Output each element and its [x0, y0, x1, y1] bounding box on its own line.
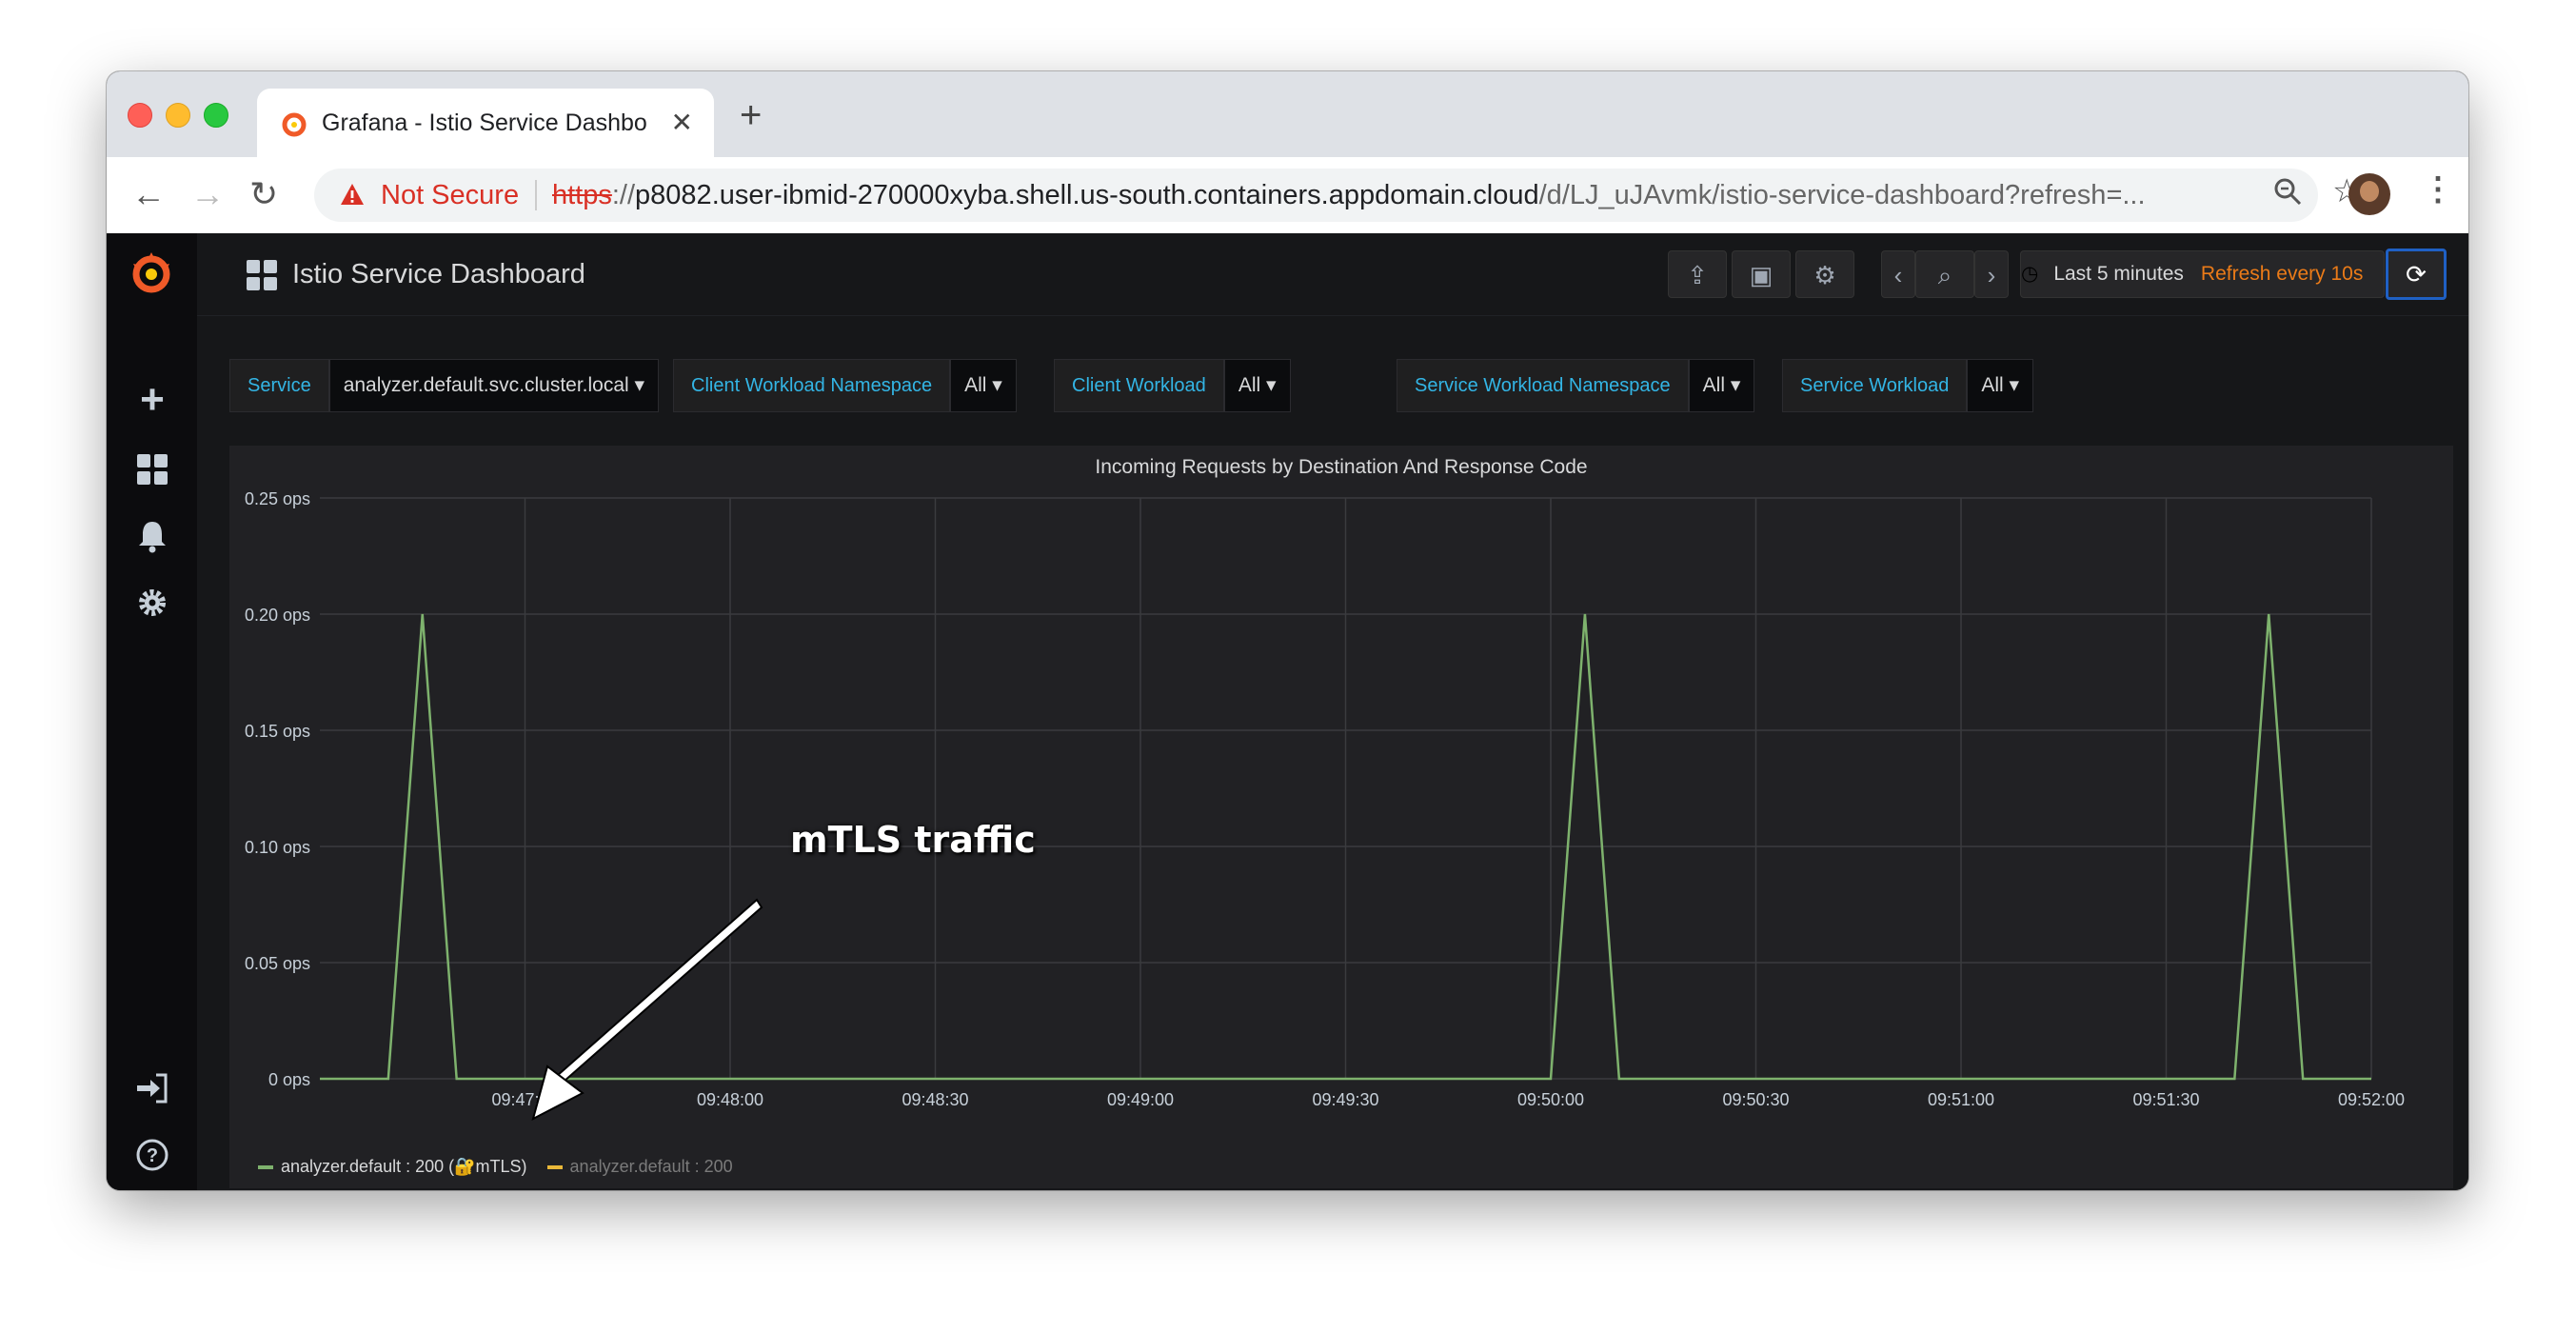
annotation-arrow: [531, 898, 763, 1121]
annotation-label: mTLS traffic: [790, 819, 1036, 861]
